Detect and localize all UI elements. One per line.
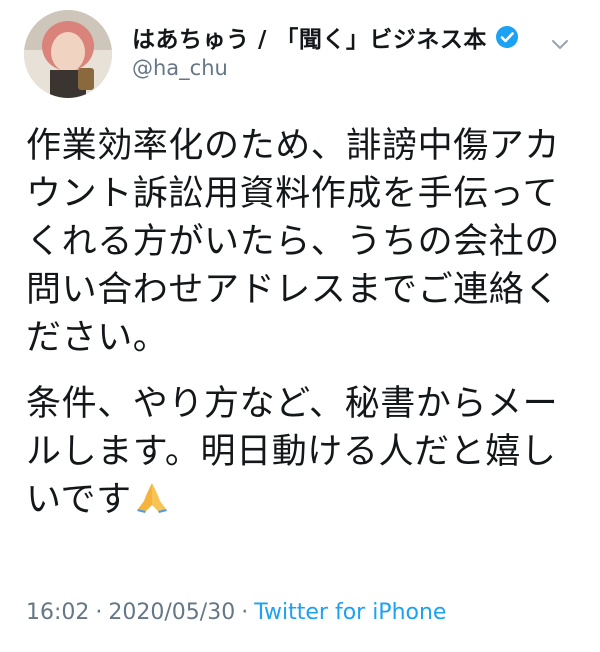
tweet-source-link[interactable]: Twitter for iPhone bbox=[254, 600, 446, 625]
user-names: はあちゅう / 「聞く」ビジネス本 @ha_chu bbox=[132, 20, 519, 80]
verified-badge-icon bbox=[495, 26, 518, 48]
meta-separator: · bbox=[241, 600, 249, 625]
tweet-paragraph-2-text: 条件、やり方など、秘書からメールします。明日動ける人だと嬉しいです bbox=[26, 384, 559, 520]
avatar[interactable] bbox=[24, 10, 112, 98]
tweet-paragraph-1: 作業効率化のため、誹謗中傷アカウント訴訟用資料作成を手伝ってくれる方がいたら、う… bbox=[26, 126, 561, 358]
tweet-date[interactable]: 2020/05/30 bbox=[108, 600, 235, 625]
tweet-card: はあちゅう / 「聞く」ビジネス本 @ha_chu 作業効率化のため、誹謗中傷ア… bbox=[0, 0, 600, 652]
tweet-paragraph-2: 条件、やり方など、秘書からメールします。明日動ける人だと嬉しいです bbox=[26, 380, 586, 524]
chevron-down-icon[interactable] bbox=[548, 32, 572, 56]
folded-hands-icon bbox=[136, 483, 167, 513]
meta-separator: · bbox=[95, 600, 103, 625]
tweet-meta: 16:02 · 2020/05/30 · Twitter for iPhone bbox=[26, 600, 446, 625]
tweet-time[interactable]: 16:02 bbox=[26, 600, 89, 625]
tweet-header: はあちゅう / 「聞く」ビジネス本 @ha_chu bbox=[24, 10, 576, 102]
user-handle[interactable]: @ha_chu bbox=[132, 56, 519, 80]
tweet-text: 作業効率化のため、誹謗中傷アカウント訴訟用資料作成を手伝ってくれる方がいたら、う… bbox=[26, 122, 586, 524]
display-name[interactable]: はあちゅう / 「聞く」ビジネス本 bbox=[132, 20, 487, 54]
